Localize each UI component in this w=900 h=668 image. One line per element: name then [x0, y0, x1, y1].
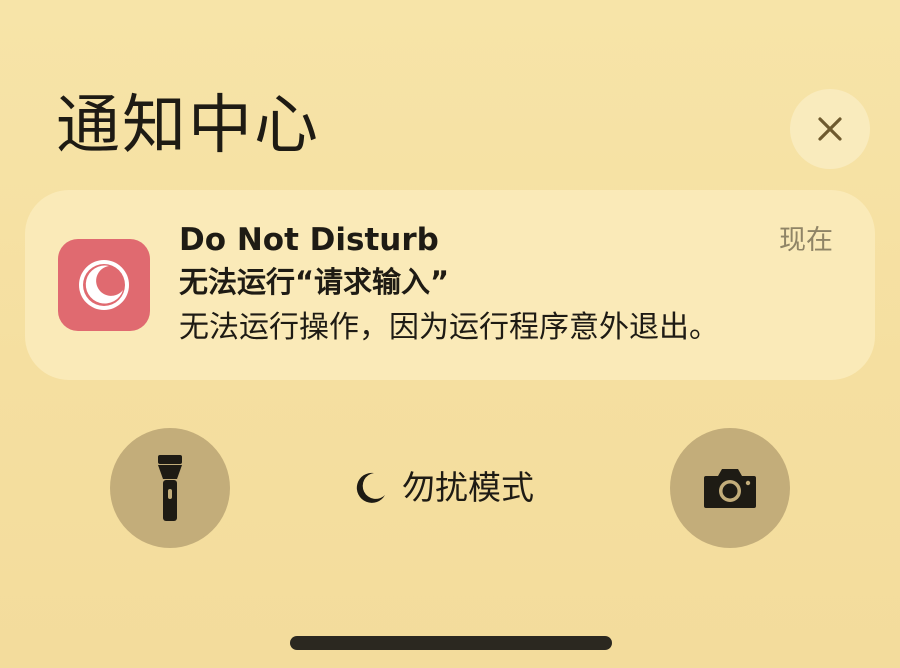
camera-icon — [702, 466, 758, 510]
notification-app-name: Do Not Disturb — [179, 222, 439, 258]
notification-card[interactable]: Do Not Disturb 现在 无法运行“请求输入” 无法运行操作，因为运行… — [25, 190, 875, 380]
moon-icon — [75, 256, 133, 314]
flashlight-button[interactable] — [110, 428, 230, 548]
focus-mode-indicator[interactable]: 勿扰模式 — [352, 466, 534, 510]
notification-center-screen: 通知中心 Do Not Disturb 现在 无法运行“请求输入” 无法运行操作… — [0, 0, 900, 668]
flashlight-icon — [155, 453, 185, 523]
notification-body: 无法运行操作，因为运行程序意外退出。 — [179, 310, 719, 345]
moon-icon — [352, 470, 402, 506]
page-title: 通知中心 — [56, 89, 320, 163]
focus-mode-label: 勿扰模式 — [402, 468, 534, 507]
close-button[interactable] — [790, 89, 870, 169]
close-icon — [815, 114, 845, 144]
camera-button[interactable] — [670, 428, 790, 548]
notification-time: 现在 — [779, 225, 833, 256]
home-indicator[interactable] — [290, 636, 612, 650]
notification-title: 无法运行“请求输入” — [179, 265, 450, 299]
app-icon — [58, 239, 150, 331]
